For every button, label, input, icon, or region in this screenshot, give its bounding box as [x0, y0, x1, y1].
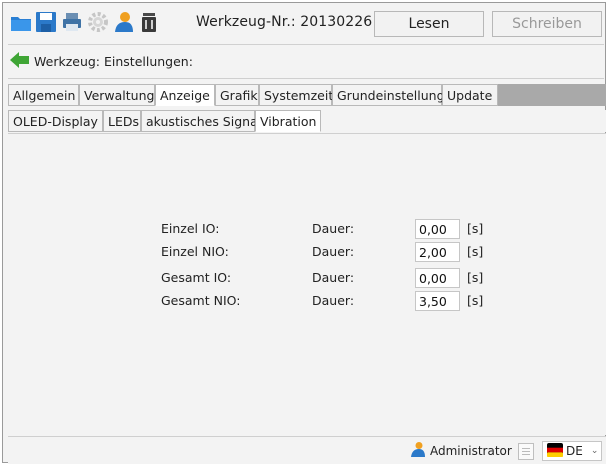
tab-allgemein[interactable]: Allgemein: [8, 84, 79, 106]
tab-grafik[interactable]: Grafik: [215, 84, 259, 106]
duration-label: Dauer:: [312, 221, 355, 236]
tool-number-title: Werkzeug-Nr.: 20130226: [196, 14, 373, 30]
flag-de-icon: [547, 442, 563, 460]
einzel-nio-duration-input[interactable]: 2,00: [415, 242, 460, 262]
current-user: Administrator: [410, 441, 512, 460]
status-bar: Administrator DE ⌄: [8, 436, 606, 464]
tab-verwaltung[interactable]: Verwaltung: [79, 84, 155, 106]
write-button[interactable]: Schreiben: [492, 11, 602, 37]
unit-label: [s]: [467, 244, 484, 259]
toolbar-divider: [8, 44, 604, 45]
save-icon[interactable]: [35, 11, 57, 33]
print-icon[interactable]: [61, 11, 83, 33]
document-icon[interactable]: [518, 443, 534, 460]
gesamt-io-duration-input[interactable]: 0,00: [415, 268, 460, 288]
language-select[interactable]: DE ⌄: [542, 441, 602, 461]
back-arrow-icon[interactable]: [10, 51, 30, 72]
unit-label: [s]: [467, 270, 484, 285]
tab-update[interactable]: Update: [442, 84, 498, 106]
read-button[interactable]: Lesen: [374, 11, 484, 37]
user-name: Administrator: [430, 443, 512, 458]
trash-icon[interactable]: [138, 11, 160, 33]
language-value: DE: [566, 444, 583, 458]
gear-icon[interactable]: [87, 11, 109, 33]
sub-tab-bar: OLED-Display LEDs akustisches Signal Vib…: [8, 110, 606, 132]
folder-open-icon[interactable]: [10, 11, 32, 33]
unit-label: [s]: [467, 221, 484, 236]
breadcrumb-divider: [8, 78, 604, 79]
tab-vibration[interactable]: Vibration: [255, 110, 321, 132]
chevron-down-icon: ⌄: [590, 446, 599, 456]
duration-label: Dauer:: [312, 244, 355, 259]
main-tab-bar: Allgemein Verwaltung Anzeige Grafik Syst…: [8, 84, 606, 106]
tab-oled-display[interactable]: OLED-Display: [8, 110, 103, 132]
tab-leds[interactable]: LEDs: [103, 110, 141, 132]
gesamt-nio-duration-input[interactable]: 3,50: [415, 291, 460, 311]
unit-label: [s]: [467, 293, 484, 308]
gesamt-nio-label: Gesamt NIO:: [161, 293, 241, 308]
tab-anzeige[interactable]: Anzeige: [155, 84, 215, 106]
einzel-io-duration-input[interactable]: 0,00: [415, 219, 460, 239]
breadcrumb-label: Werkzeug: Einstellungen:: [34, 53, 193, 69]
einzel-io-label: Einzel IO:: [161, 221, 220, 236]
tab-systemzeit[interactable]: Systemzeit: [259, 84, 333, 106]
gesamt-io-label: Gesamt IO:: [161, 270, 232, 285]
einzel-nio-label: Einzel NIO:: [161, 244, 229, 259]
vibration-panel: [8, 133, 606, 435]
breadcrumb: Werkzeug: Einstellungen:: [10, 50, 193, 72]
duration-label: Dauer:: [312, 270, 355, 285]
tab-grundeinstellung[interactable]: Grundeinstellung: [332, 84, 445, 106]
user-icon[interactable]: [112, 11, 134, 33]
duration-label: Dauer:: [312, 293, 355, 308]
tab-akustisches-signal[interactable]: akustisches Signal: [141, 110, 261, 132]
user-icon: [410, 441, 426, 460]
